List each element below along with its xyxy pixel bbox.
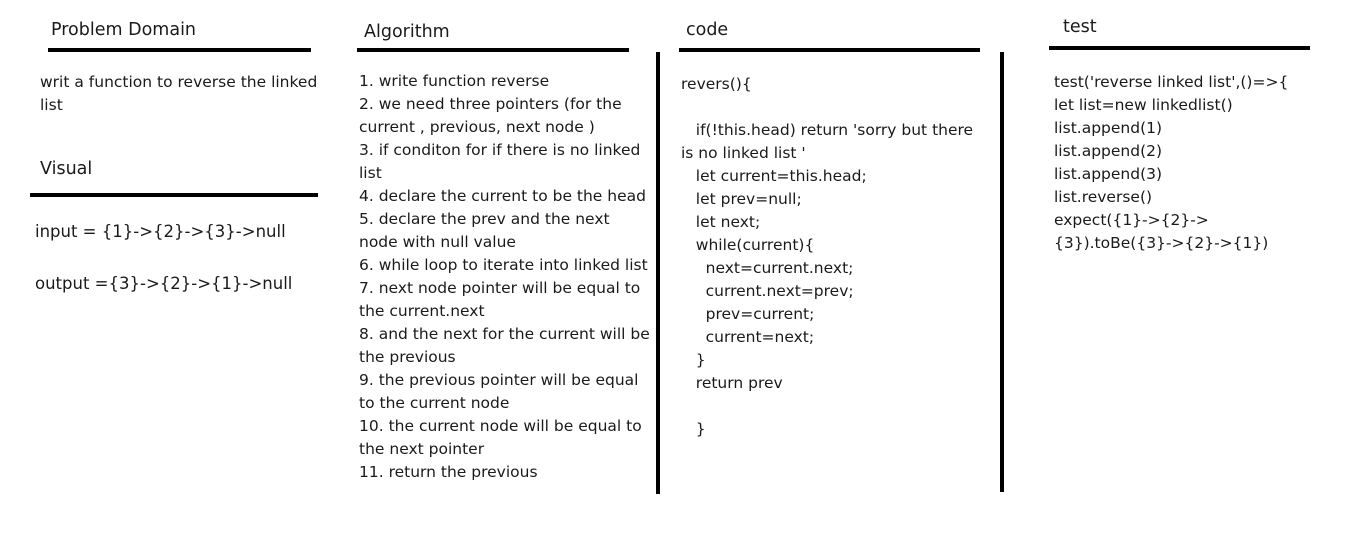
code-line: next=current.next; (681, 259, 854, 277)
test-line: expect({1}->{2}->{3}).toBe({3}->{2}->{1}… (1054, 211, 1269, 252)
test-underline (1049, 46, 1310, 50)
code-line: revers(){ (681, 75, 752, 93)
code-line: } (681, 351, 706, 369)
problem-domain-underline (48, 48, 311, 52)
test-line: test('reverse linked list',()=>{ (1054, 73, 1289, 91)
code-line: while(current){ (681, 236, 815, 254)
algorithm-step: 3. if conditon for if there is no linked… (359, 141, 641, 182)
algorithm-underline (357, 48, 629, 52)
code-line: let next; (681, 213, 761, 231)
visual-underline (30, 193, 318, 197)
algorithm-step: 1. write function reverse (359, 72, 550, 90)
test-title: test (1063, 17, 1097, 37)
visual-output: output ={3}->{2}->{1}->null (35, 274, 293, 293)
algorithm-step: 6. while loop to iterate into linked lis… (359, 256, 648, 274)
divider-code-test (1000, 52, 1004, 492)
test-line: list.append(3) (1054, 165, 1163, 183)
code-underline (679, 48, 980, 52)
algorithm-step: 2. we need three pointers (for the curre… (359, 95, 622, 136)
test-lines: test('reverse linked list',()=>{ let list… (1054, 71, 1314, 255)
algorithm-step: 7. next node pointer will be equal to th… (359, 279, 641, 320)
visual-title: Visual (40, 159, 93, 179)
code-line: current=next; (681, 328, 815, 346)
code-line: let current=this.head; (681, 167, 867, 185)
problem-domain-title: Problem Domain (51, 20, 197, 40)
code-line: return prev (681, 374, 783, 392)
code-line: current.next=prev; (681, 282, 854, 300)
algorithm-step: 9. the previous pointer will be equal to… (359, 371, 639, 412)
test-line: list.append(2) (1054, 142, 1163, 160)
code-line: } (681, 420, 706, 438)
algorithm-title: Algorithm (364, 22, 450, 42)
test-line: list.append(1) (1054, 119, 1163, 137)
code-lines: revers(){ if(!this.head) return 'sorry b… (681, 73, 981, 441)
algorithm-step: 5. declare the prev and the next node wi… (359, 210, 610, 251)
algorithm-step: 11. return the previous (359, 463, 538, 481)
code-line: let prev=null; (681, 190, 802, 208)
test-line: let list=new linkedlist() (1054, 96, 1233, 114)
algorithm-steps: 1. write function reverse 2. we need thre… (359, 70, 651, 484)
algorithm-step: 4. declare the current to be the head (359, 187, 646, 205)
divider-algorithm-code (656, 52, 660, 494)
code-line: if(!this.head) return 'sorry but there i… (681, 121, 979, 162)
algorithm-step: 10. the current node will be equal to th… (359, 417, 642, 458)
code-title: code (686, 20, 729, 40)
problem-domain-body: writ a function to reverse the linked li… (40, 73, 318, 114)
algorithm-step: 8. and the next for the current will be … (359, 325, 650, 366)
visual-input: input = {1}->{2}->{3}->null (35, 222, 286, 241)
test-line: list.reverse() (1054, 188, 1153, 206)
code-line: prev=current; (681, 305, 815, 323)
